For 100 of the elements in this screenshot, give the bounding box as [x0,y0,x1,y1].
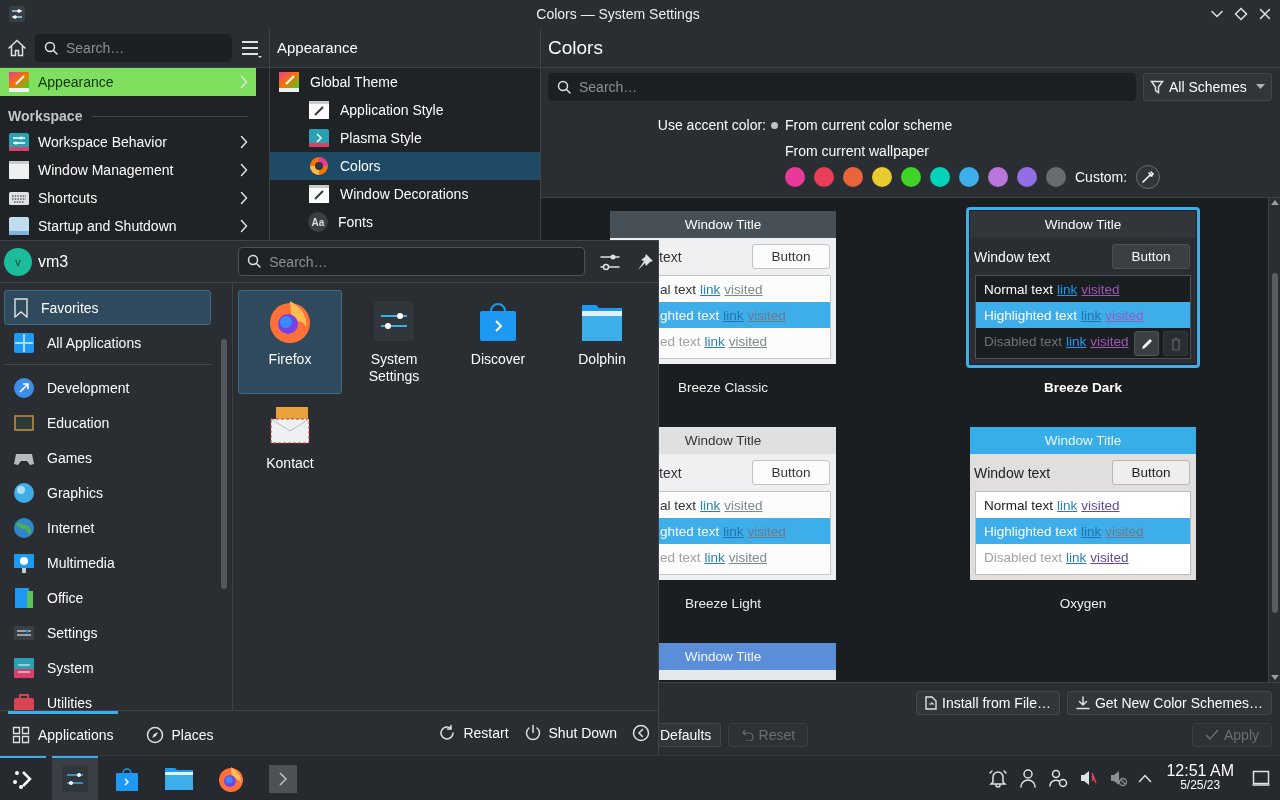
brush-icon [308,99,330,121]
category-item[interactable]: Office [4,580,211,615]
list-item[interactable]: Global Theme [270,68,540,96]
filter-dropdown[interactable]: All Schemes [1143,73,1272,101]
edit-button[interactable] [1134,331,1159,356]
sidebar-item[interactable]: Workspace Behavior [0,128,256,156]
radio-button[interactable] [771,121,778,129]
color-swatch[interactable] [988,167,1008,187]
download-icon [1075,696,1090,710]
chevron-up-icon[interactable] [1138,773,1153,783]
field-label: Custom: [1075,169,1128,185]
app-tile[interactable]: System Settings [342,290,446,394]
sidebar-item[interactable]: Window Management [0,156,256,184]
color-swatch[interactable] [843,167,863,187]
search-field[interactable]: Search… [35,33,232,62]
sliders-icon[interactable] [600,252,620,271]
show-desktop-icon[interactable] [1252,770,1270,786]
field-label: Use accent color: [656,117,766,133]
radio-label[interactable]: From current color scheme [785,117,1280,133]
list-item[interactable]: Window Decorations [270,180,540,208]
app-tile[interactable]: Discover [446,290,550,394]
search-field[interactable]: Search… [238,247,585,276]
sliders-tile-icon [8,131,30,153]
user-avatar[interactable]: v [4,247,32,276]
scrollbar[interactable] [221,339,227,589]
tab[interactable]: Places [141,711,218,755]
scheme-preview[interactable]: Window Title Window text Button Normal text link visited Highlighted text link visited Disabled text link visited [970,427,1196,580]
preview-title: Window Title [970,427,1196,454]
clock[interactable]: 12:51 AM 5/25/23 [1166,763,1234,793]
category-item[interactable]: Graphics [4,475,211,510]
chevron-right-icon [240,191,248,205]
color-swatch[interactable] [1046,167,1066,187]
category-item[interactable]: Internet [4,510,211,545]
color-swatch[interactable] [785,167,805,187]
list-item[interactable]: Plasma Style [270,124,540,152]
sidebar-item[interactable]: Appearance [0,68,256,96]
user-icon[interactable] [1018,768,1039,788]
chevron-right-icon [240,75,248,89]
clock-date: 5/25/23 [1180,778,1221,793]
palette-icon [8,71,30,93]
chevron-right-icon [240,163,248,177]
speaker-muted-icon[interactable] [1078,768,1099,788]
preview-visited-link: visited [1105,523,1144,539]
color-swatch[interactable] [959,167,979,187]
palette-icon [278,71,300,93]
category-item[interactable]: Games [4,440,211,475]
preview-link: link [1057,497,1078,513]
grid-icon [13,331,35,354]
restart-button[interactable]: Restart [438,724,509,742]
search-field[interactable]: Search… [548,73,1136,101]
leave-icon[interactable] [632,724,650,742]
color-picker-button[interactable] [1136,165,1161,189]
category-item[interactable]: All Applications [4,325,211,360]
bell-icon[interactable] [988,768,1009,788]
sphere-icon [13,481,35,504]
preview-text: ed text [660,333,701,349]
close-icon[interactable] [1258,7,1272,21]
preview-link: link [700,497,721,513]
maximize-icon[interactable] [1234,7,1248,21]
restart-icon [438,724,457,742]
list-item[interactable]: Aa Fonts [270,208,540,236]
category-item[interactable]: Education [4,405,211,440]
category-item[interactable]: Favorites [4,290,211,325]
download-button[interactable]: Get New Color Schemes… [1066,691,1272,715]
dropdown-arrow-icon [1256,84,1265,90]
scheme-name: Breeze Dark [1043,380,1122,395]
color-swatch[interactable] [872,167,892,187]
sidebar-item[interactable]: Startup and Shutdown [0,212,256,240]
preview-visited-link: visited [724,281,763,297]
category-item[interactable]: Settings [4,615,211,650]
category-item[interactable]: Multimedia [4,545,211,580]
scheme-preview[interactable]: Window Title Window text Button Normal text link visited Highlighted text link visited Disabled text link visited [970,211,1196,364]
preview-text: al text [660,281,697,297]
home-icon[interactable] [7,37,27,58]
install-button[interactable]: Install from File… [916,691,1060,715]
sidebar-item[interactable]: Shortcuts [0,184,256,212]
scrollbar[interactable] [1268,198,1280,682]
list-item[interactable]: Colors [270,152,540,180]
mic-muted-icon[interactable] [1108,768,1129,788]
tab[interactable]: Applications [8,711,118,755]
app-tile[interactable]: Kontact [238,394,342,498]
color-wheel-icon [308,155,330,177]
list-item[interactable]: Application Style [270,96,540,124]
user-switch-icon[interactable] [1048,768,1069,788]
color-swatch[interactable] [1017,167,1037,187]
preview-visited-link: visited [1090,333,1129,349]
checkmark-icon [1205,729,1219,741]
preview-link: link [1081,523,1102,539]
category-item[interactable]: System [4,650,211,685]
radio-label[interactable]: From current wallpaper [785,143,1280,159]
category-item[interactable]: Development [4,370,211,405]
preview-text: Disabled text [984,333,1063,349]
pin-icon[interactable] [636,252,654,271]
color-swatch[interactable] [930,167,950,187]
clock-time: 12:51 AM [1166,763,1234,778]
app-tile[interactable]: Firefox [238,290,342,394]
category-item[interactable]: Utilities [4,685,211,710]
color-swatch[interactable] [814,167,834,187]
color-swatch[interactable] [901,167,921,187]
shutdown-button[interactable]: Shut Down [523,724,617,742]
